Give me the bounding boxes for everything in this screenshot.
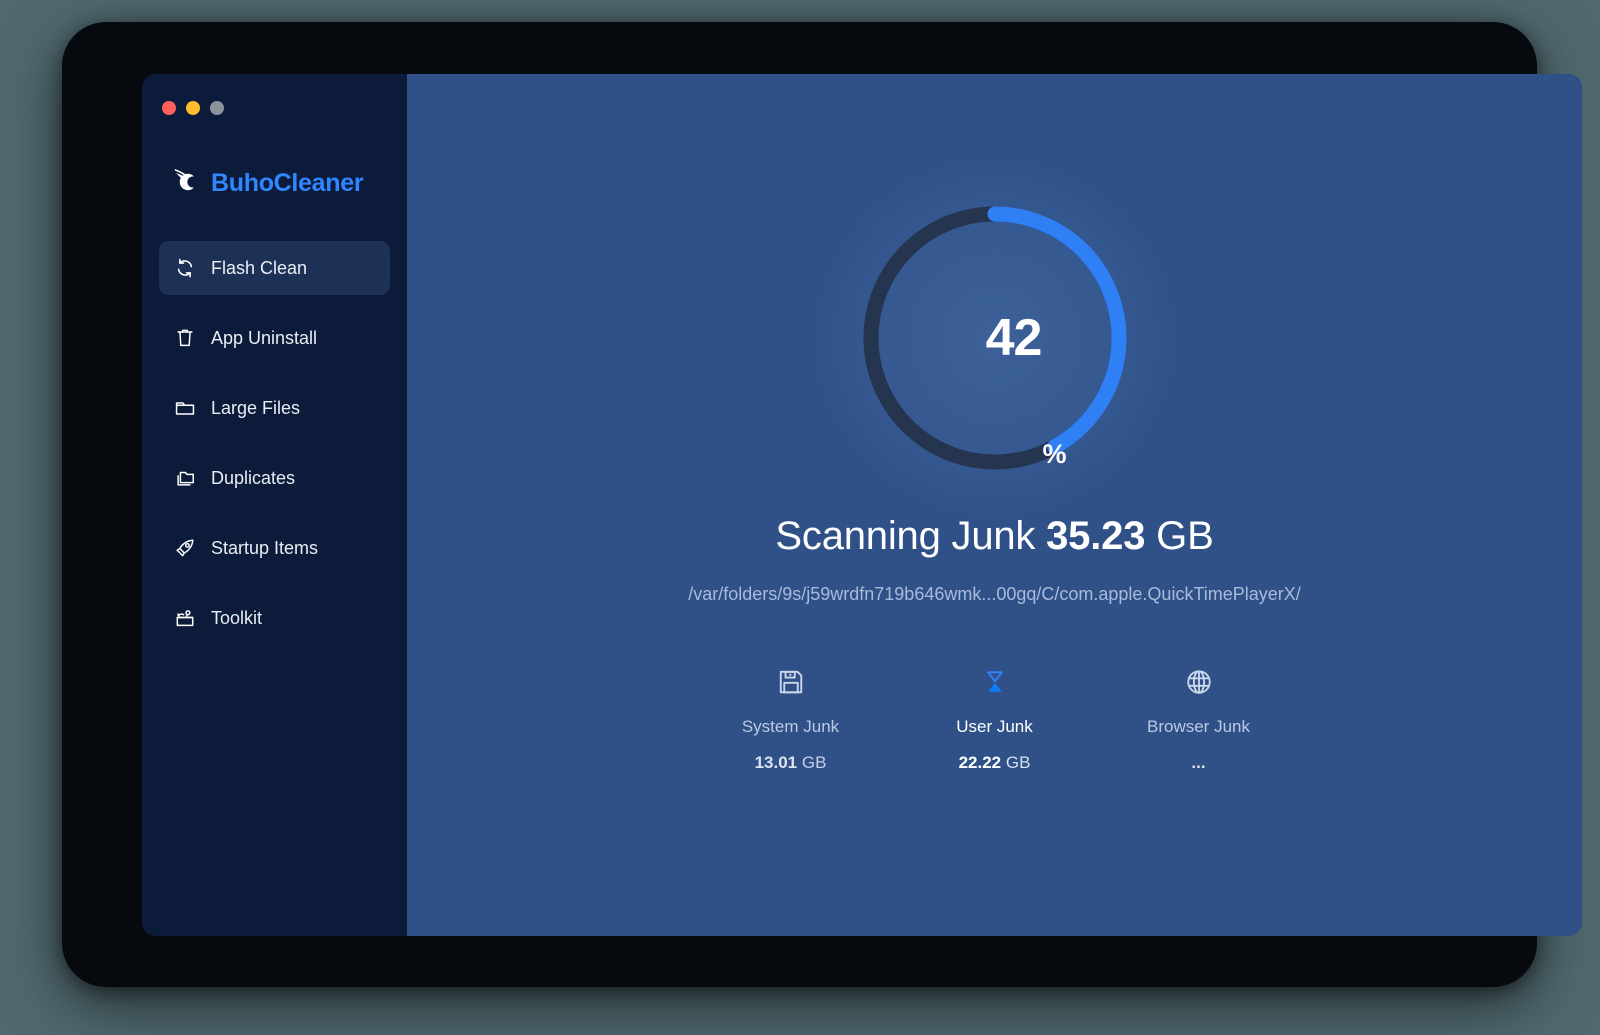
sidebar: BuhoCleaner Flash Clean [142, 74, 407, 936]
hourglass-icon [978, 665, 1012, 699]
sidebar-item-label: Duplicates [211, 468, 295, 489]
refresh-cycle-icon [173, 257, 196, 280]
folder-icon [173, 397, 196, 420]
stat-value: 13.01 GB [755, 753, 827, 773]
scan-title-amount: 35.23 [1046, 514, 1145, 558]
toolbox-icon [173, 607, 196, 630]
window-frame: BuhoCleaner Flash Clean [62, 22, 1537, 987]
copy-folders-icon [173, 467, 196, 490]
progress-percent-symbol: % [1042, 439, 1066, 478]
stat-user-junk[interactable]: User Junk 22.22 GB [935, 665, 1055, 773]
app-window: BuhoCleaner Flash Clean [142, 74, 1582, 936]
stat-label: User Junk [956, 717, 1033, 737]
minimize-window-button[interactable] [186, 101, 200, 115]
stat-system-junk[interactable]: System Junk 13.01 GB [731, 665, 851, 773]
brand-name: BuhoCleaner [211, 169, 363, 198]
sidebar-item-label: Large Files [211, 398, 300, 419]
progress-percent-value: 42 [986, 308, 1042, 368]
scan-current-path: /var/folders/9s/j59wrdfn719b646wmk...00g… [688, 584, 1301, 605]
sidebar-item-duplicates[interactable]: Duplicates [159, 451, 390, 505]
sidebar-item-toolkit[interactable]: Toolkit [159, 591, 390, 645]
sidebar-item-large-files[interactable]: Large Files [159, 381, 390, 435]
trash-icon [173, 327, 196, 350]
close-window-button[interactable] [162, 101, 176, 115]
stat-label: System Junk [742, 717, 839, 737]
stat-label: Browser Junk [1147, 717, 1250, 737]
sidebar-item-label: Toolkit [211, 608, 262, 629]
rocket-icon [173, 537, 196, 560]
stat-value: 22.22 GB [959, 753, 1031, 773]
progress-percent: 42 % [855, 198, 1135, 478]
maximize-window-button[interactable] [210, 101, 224, 115]
main-panel: 42 % Scanning Junk 35.23 GB /var/folders… [407, 74, 1582, 936]
floppy-disk-icon [774, 665, 808, 699]
stat-value-number: ... [1191, 753, 1205, 772]
stat-value-unit: GB [1001, 753, 1030, 772]
scan-title-unit: GB [1145, 514, 1213, 558]
sidebar-nav: Flash Clean App Uninstall [142, 241, 407, 661]
stat-value: ... [1191, 753, 1205, 773]
brand-logo: BuhoCleaner [142, 115, 407, 201]
scan-progress-ring: 42 % [855, 198, 1135, 478]
sidebar-item-label: Flash Clean [211, 258, 307, 279]
junk-stats-row: System Junk 13.01 GB User Junk 22.22 GB [731, 665, 1259, 773]
sidebar-item-label: Startup Items [211, 538, 318, 559]
stat-value-number: 22.22 [959, 753, 1002, 772]
sidebar-item-flash-clean[interactable]: Flash Clean [159, 241, 390, 295]
sidebar-item-startup-items[interactable]: Startup Items [159, 521, 390, 575]
buho-owl-logo-icon [172, 166, 202, 201]
traffic-lights [142, 74, 407, 115]
stat-browser-junk[interactable]: Browser Junk ... [1139, 665, 1259, 773]
sidebar-item-label: App Uninstall [211, 328, 317, 349]
stat-value-unit: GB [797, 753, 826, 772]
stat-value-number: 13.01 [755, 753, 798, 772]
sidebar-item-app-uninstall[interactable]: App Uninstall [159, 311, 390, 365]
globe-icon [1182, 665, 1216, 699]
